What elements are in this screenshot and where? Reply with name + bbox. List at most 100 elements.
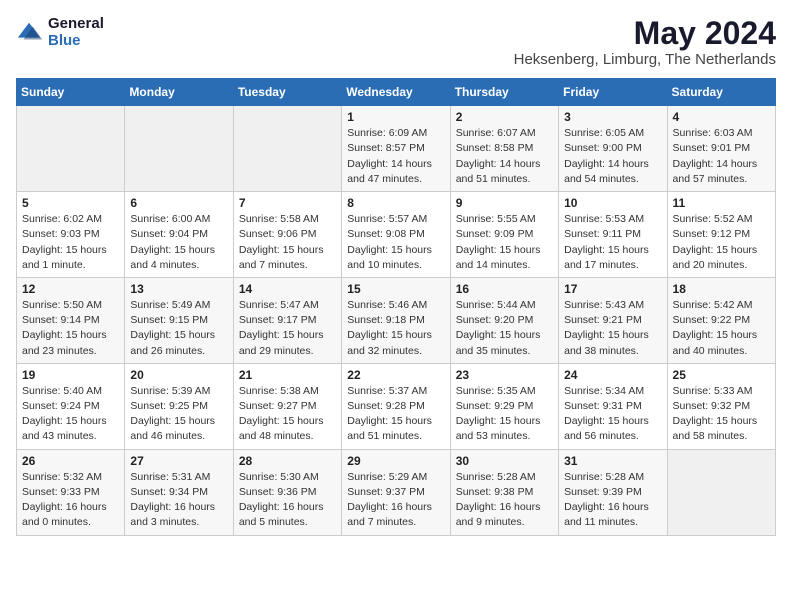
calendar-cell: 12 Sunrise: 5:50 AM Sunset: 9:14 PM Dayli… <box>17 277 125 363</box>
calendar-cell: 21Sunrise: 5:38 AM Sunset: 9:27 PM Dayli… <box>233 363 341 449</box>
calendar-cell: 20 Sunrise: 5:39 AM Sunset: 9:25 PM Dayli… <box>125 363 233 449</box>
calendar-cell: 30 Sunrise: 5:28 AM Sunset: 9:38 PM Dayli… <box>450 449 558 535</box>
calendar-week-row: 12 Sunrise: 5:50 AM Sunset: 9:14 PM Dayli… <box>17 277 776 363</box>
weekday-header: Monday <box>125 79 233 106</box>
calendar-cell: 26Sunrise: 5:32 AM Sunset: 9:33 PM Dayli… <box>17 449 125 535</box>
day-info: Sunrise: 6:09 AM Sunset: 8:57 PM Dayligh… <box>347 126 444 187</box>
day-number: 7 <box>239 196 336 210</box>
calendar-cell: 16 Sunrise: 5:44 AM Sunset: 9:20 PM Dayli… <box>450 277 558 363</box>
calendar-table: SundayMondayTuesdayWednesdayThursdayFrid… <box>16 78 776 535</box>
day-info: Sunrise: 5:50 AM Sunset: 9:14 PM Dayligh… <box>22 298 119 359</box>
day-info: Sunrise: 5:37 AM Sunset: 9:28 PM Dayligh… <box>347 384 444 445</box>
day-number: 13 <box>130 282 227 296</box>
calendar-cell <box>667 449 775 535</box>
calendar-cell: 19 Sunrise: 5:40 AM Sunset: 9:24 PM Dayli… <box>17 363 125 449</box>
weekday-header: Tuesday <box>233 79 341 106</box>
day-number: 8 <box>347 196 444 210</box>
day-number: 2 <box>456 110 553 124</box>
calendar-cell: 27Sunrise: 5:31 AM Sunset: 9:34 PM Dayli… <box>125 449 233 535</box>
day-info: Sunrise: 5:58 AM Sunset: 9:06 PM Dayligh… <box>239 212 336 273</box>
day-number: 15 <box>347 282 444 296</box>
day-number: 24 <box>564 368 661 382</box>
day-info: Sunrise: 5:29 AM Sunset: 9:37 PM Dayligh… <box>347 470 444 531</box>
weekday-header: Friday <box>559 79 667 106</box>
day-info: Sunrise: 5:52 AM Sunset: 9:12 PM Dayligh… <box>673 212 770 273</box>
calendar-cell: 6 Sunrise: 6:00 AM Sunset: 9:04 PM Daylig… <box>125 192 233 278</box>
calendar-week-row: 26Sunrise: 5:32 AM Sunset: 9:33 PM Dayli… <box>17 449 776 535</box>
day-number: 16 <box>456 282 553 296</box>
day-info: Sunrise: 5:35 AM Sunset: 9:29 PM Dayligh… <box>456 384 553 445</box>
title-block: May 2024 Heksenberg, Limburg, The Nether… <box>514 16 776 68</box>
calendar-cell: 8Sunrise: 5:57 AM Sunset: 9:08 PM Daylig… <box>342 192 450 278</box>
day-info: Sunrise: 5:55 AM Sunset: 9:09 PM Dayligh… <box>456 212 553 273</box>
day-number: 1 <box>347 110 444 124</box>
calendar-week-row: 1 Sunrise: 6:09 AM Sunset: 8:57 PM Daylig… <box>17 106 776 192</box>
day-info: Sunrise: 5:53 AM Sunset: 9:11 PM Dayligh… <box>564 212 661 273</box>
day-info: Sunrise: 6:02 AM Sunset: 9:03 PM Dayligh… <box>22 212 119 273</box>
calendar-cell: 14Sunrise: 5:47 AM Sunset: 9:17 PM Dayli… <box>233 277 341 363</box>
calendar-cell: 5Sunrise: 6:02 AM Sunset: 9:03 PM Daylig… <box>17 192 125 278</box>
calendar-cell: 17Sunrise: 5:43 AM Sunset: 9:21 PM Dayli… <box>559 277 667 363</box>
day-info: Sunrise: 6:00 AM Sunset: 9:04 PM Dayligh… <box>130 212 227 273</box>
calendar-week-row: 5Sunrise: 6:02 AM Sunset: 9:03 PM Daylig… <box>17 192 776 278</box>
day-number: 19 <box>22 368 119 382</box>
day-number: 25 <box>673 368 770 382</box>
day-info: Sunrise: 5:30 AM Sunset: 9:36 PM Dayligh… <box>239 470 336 531</box>
day-number: 14 <box>239 282 336 296</box>
day-number: 20 <box>130 368 227 382</box>
weekday-header: Wednesday <box>342 79 450 106</box>
calendar-week-row: 19 Sunrise: 5:40 AM Sunset: 9:24 PM Dayli… <box>17 363 776 449</box>
logo: General Blue <box>16 16 104 49</box>
day-info: Sunrise: 5:31 AM Sunset: 9:34 PM Dayligh… <box>130 470 227 531</box>
logo-icon <box>16 19 44 47</box>
day-info: Sunrise: 5:32 AM Sunset: 9:33 PM Dayligh… <box>22 470 119 531</box>
day-number: 22 <box>347 368 444 382</box>
calendar-cell: 25 Sunrise: 5:33 AM Sunset: 9:32 PM Dayli… <box>667 363 775 449</box>
calendar-cell: 22 Sunrise: 5:37 AM Sunset: 9:28 PM Dayli… <box>342 363 450 449</box>
day-number: 9 <box>456 196 553 210</box>
calendar-cell <box>125 106 233 192</box>
calendar-cell: 3Sunrise: 6:05 AM Sunset: 9:00 PM Daylig… <box>559 106 667 192</box>
calendar-cell: 7 Sunrise: 5:58 AM Sunset: 9:06 PM Daylig… <box>233 192 341 278</box>
calendar-cell: 31 Sunrise: 5:28 AM Sunset: 9:39 PM Dayli… <box>559 449 667 535</box>
calendar-cell: 10Sunrise: 5:53 AM Sunset: 9:11 PM Dayli… <box>559 192 667 278</box>
day-number: 4 <box>673 110 770 124</box>
weekday-header: Sunday <box>17 79 125 106</box>
calendar-cell: 4 Sunrise: 6:03 AM Sunset: 9:01 PM Daylig… <box>667 106 775 192</box>
day-number: 11 <box>673 196 770 210</box>
calendar-cell: 2Sunrise: 6:07 AM Sunset: 8:58 PM Daylig… <box>450 106 558 192</box>
calendar-cell: 28 Sunrise: 5:30 AM Sunset: 9:36 PM Dayli… <box>233 449 341 535</box>
weekday-header: Saturday <box>667 79 775 106</box>
day-info: Sunrise: 5:34 AM Sunset: 9:31 PM Dayligh… <box>564 384 661 445</box>
calendar-cell: 24 Sunrise: 5:34 AM Sunset: 9:31 PM Dayli… <box>559 363 667 449</box>
day-number: 30 <box>456 454 553 468</box>
logo-blue: Blue <box>48 33 104 50</box>
day-info: Sunrise: 5:28 AM Sunset: 9:39 PM Dayligh… <box>564 470 661 531</box>
day-number: 17 <box>564 282 661 296</box>
day-number: 29 <box>347 454 444 468</box>
day-info: Sunrise: 5:39 AM Sunset: 9:25 PM Dayligh… <box>130 384 227 445</box>
calendar-cell: 9 Sunrise: 5:55 AM Sunset: 9:09 PM Daylig… <box>450 192 558 278</box>
calendar-cell: 23 Sunrise: 5:35 AM Sunset: 9:29 PM Dayli… <box>450 363 558 449</box>
day-number: 12 <box>22 282 119 296</box>
day-number: 23 <box>456 368 553 382</box>
day-number: 6 <box>130 196 227 210</box>
page-header: General Blue May 2024 Heksenberg, Limbur… <box>16 16 776 68</box>
day-info: Sunrise: 5:44 AM Sunset: 9:20 PM Dayligh… <box>456 298 553 359</box>
day-info: Sunrise: 5:40 AM Sunset: 9:24 PM Dayligh… <box>22 384 119 445</box>
day-info: Sunrise: 5:49 AM Sunset: 9:15 PM Dayligh… <box>130 298 227 359</box>
calendar-cell: 18Sunrise: 5:42 AM Sunset: 9:22 PM Dayli… <box>667 277 775 363</box>
day-number: 31 <box>564 454 661 468</box>
day-info: Sunrise: 5:46 AM Sunset: 9:18 PM Dayligh… <box>347 298 444 359</box>
logo-text: General Blue <box>48 16 104 49</box>
logo-general: General <box>48 16 104 33</box>
calendar-cell <box>17 106 125 192</box>
day-info: Sunrise: 6:03 AM Sunset: 9:01 PM Dayligh… <box>673 126 770 187</box>
calendar-cell: 11 Sunrise: 5:52 AM Sunset: 9:12 PM Dayli… <box>667 192 775 278</box>
calendar-cell: 15 Sunrise: 5:46 AM Sunset: 9:18 PM Dayli… <box>342 277 450 363</box>
weekday-header: Thursday <box>450 79 558 106</box>
day-number: 28 <box>239 454 336 468</box>
day-info: Sunrise: 5:28 AM Sunset: 9:38 PM Dayligh… <box>456 470 553 531</box>
day-info: Sunrise: 5:33 AM Sunset: 9:32 PM Dayligh… <box>673 384 770 445</box>
calendar-subtitle: Heksenberg, Limburg, The Netherlands <box>514 51 776 68</box>
